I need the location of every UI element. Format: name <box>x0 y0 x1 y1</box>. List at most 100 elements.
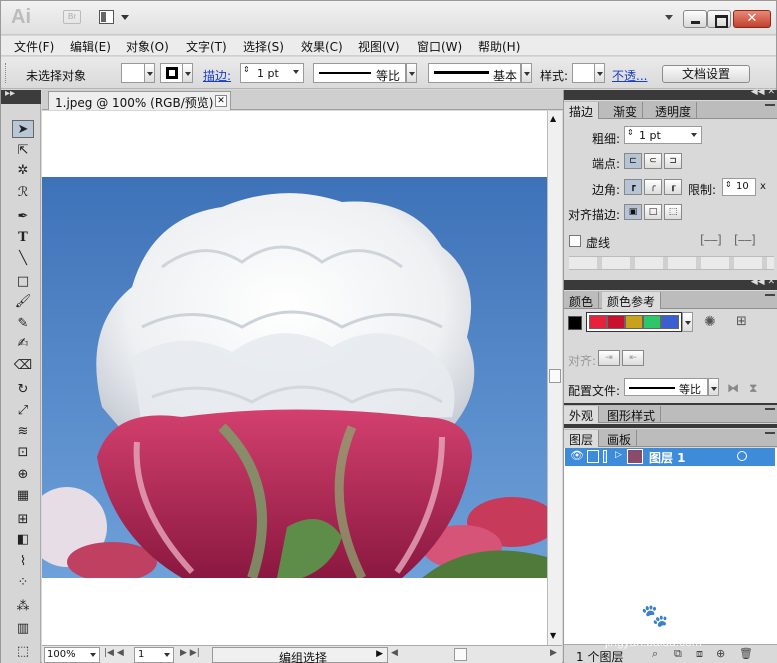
brush-definition[interactable]: 基本 <box>428 63 521 83</box>
stroke-link[interactable]: 描边: <box>203 67 231 84</box>
maximize-button[interactable] <box>707 10 731 28</box>
color-wheel-icon[interactable]: ✺ <box>704 314 716 330</box>
stroke-weight-field[interactable]: ⇕ 1 pt <box>240 63 304 83</box>
mesh-tool-icon[interactable]: ⊞ <box>12 511 34 529</box>
workspace-dropdown-icon[interactable] <box>665 15 673 20</box>
pencil-tool-icon[interactable]: ✎ <box>12 315 34 333</box>
limit-field[interactable]: ⇕ 10 <box>722 178 756 196</box>
align-center-icon[interactable]: ▣ <box>624 204 642 220</box>
harmony-swatch[interactable] <box>589 315 607 329</box>
menu-effect[interactable]: 效果(C) <box>301 38 343 55</box>
stroke-dropdown[interactable] <box>182 63 193 83</box>
arrow-tip-icon[interactable]: ⇥ <box>598 350 620 366</box>
tab-gradient[interactable]: 渐变 <box>608 102 644 119</box>
tab-artboards[interactable]: 画板 <box>602 430 638 447</box>
dash-corner-icon[interactable]: [‒‒] <box>700 233 722 247</box>
stepper-icon[interactable]: ⇕ <box>243 65 250 74</box>
round-join-icon[interactable]: ╭ <box>644 179 662 195</box>
layer-name[interactable]: 图层 1 <box>649 449 686 466</box>
scroll-up-icon[interactable]: ▲ <box>550 114 556 123</box>
tab-graphic-styles[interactable]: 图形样式 <box>602 406 662 423</box>
vertical-scrollbar[interactable]: ▲ ▼ <box>547 111 562 645</box>
menu-help[interactable]: 帮助(H) <box>478 38 520 55</box>
close-button[interactable]: ✕ <box>733 10 771 28</box>
first-artboard-icon[interactable]: |◀ ◀ <box>104 648 124 658</box>
butt-cap-icon[interactable]: ⊏ <box>624 153 642 169</box>
align-inside-icon[interactable]: □ <box>644 204 662 220</box>
tab-color-guide[interactable]: 颜色参考 <box>602 292 662 309</box>
grip-handle[interactable] <box>5 63 8 83</box>
blend-tool-icon[interactable]: ⁘ <box>12 574 34 592</box>
rectangle-tool-icon[interactable]: □ <box>12 273 34 291</box>
menu-window[interactable]: 窗口(W) <box>417 38 462 55</box>
stepper-icon[interactable]: ⇕ <box>725 180 732 189</box>
document-setup-button[interactable]: 文档设置 <box>662 65 750 83</box>
panel-dock-header[interactable]: ◀◀ ✕ <box>564 87 777 100</box>
save-group-icon[interactable]: ⊞ <box>736 314 747 329</box>
harmony-colors-strip[interactable] <box>586 312 682 332</box>
opacity-link[interactable]: 不透... <box>612 67 647 84</box>
minimize-button[interactable] <box>683 10 707 28</box>
harmony-swatch[interactable] <box>607 315 625 329</box>
panel-menu-icon[interactable] <box>765 294 775 304</box>
align-outside-icon[interactable]: ⬚ <box>664 204 682 220</box>
column-graph-tool-icon[interactable]: ▥ <box>12 620 34 638</box>
scroll-left-icon[interactable]: ◀ <box>391 648 398 658</box>
menu-edit[interactable]: 编辑(E) <box>70 38 111 55</box>
next-artboard-icon[interactable]: ▶ ▶| <box>180 648 200 658</box>
eraser-tool-icon[interactable]: ⌫ <box>12 357 34 375</box>
menu-file[interactable]: 文件(F) <box>14 38 54 55</box>
h-scroll-thumb[interactable] <box>454 648 467 661</box>
base-color-swatch[interactable] <box>568 316 582 330</box>
harmony-dropdown[interactable] <box>682 312 693 332</box>
bevel-join-icon[interactable]: ┎ <box>664 179 682 195</box>
expand-triangle-icon[interactable]: ▷ <box>615 450 622 460</box>
harmony-swatch[interactable] <box>625 315 643 329</box>
status-menu[interactable]: 编组选择 ▶ <box>212 647 388 663</box>
paintbrush-tool-icon[interactable]: 🖌 <box>12 293 34 311</box>
type-tool-icon[interactable]: T <box>12 229 34 247</box>
scale-tool-icon[interactable]: ⤢ <box>12 402 34 420</box>
tools-panel-header[interactable]: ▸▸ <box>1 88 41 104</box>
tab-stroke[interactable]: 描边 <box>564 102 600 119</box>
flip-along-icon[interactable]: ⧓ <box>727 381 739 395</box>
profile-dropdown[interactable] <box>406 63 417 83</box>
panel-menu-icon[interactable] <box>765 408 775 418</box>
tab-color[interactable]: 颜色 <box>564 292 600 309</box>
round-cap-icon[interactable]: ⊂ <box>644 153 662 169</box>
warp-tool-icon[interactable]: ≋ <box>12 423 34 441</box>
zoom-field[interactable]: 100% <box>44 647 100 663</box>
stepper-icon[interactable]: ⇕ <box>627 128 634 137</box>
lasso-tool-icon[interactable]: ℛ <box>12 184 34 202</box>
dash-gap-fields[interactable] <box>569 256 774 270</box>
artboard-canvas[interactable] <box>42 111 547 645</box>
tab-transparency[interactable]: 透明度 <box>650 102 698 119</box>
miter-join-icon[interactable]: ┏ <box>624 179 642 195</box>
panel-menu-icon[interactable] <box>765 104 775 114</box>
scroll-down-icon[interactable]: ▼ <box>550 631 556 640</box>
bridge-button[interactable]: Br <box>63 10 81 24</box>
dash-exact-icon[interactable]: [‒‒] <box>734 233 756 247</box>
visibility-eye-icon[interactable]: 👁 <box>570 449 584 462</box>
close-tab-icon[interactable]: ✕ <box>215 95 227 107</box>
stroke-swatch[interactable] <box>160 63 184 83</box>
rotate-tool-icon[interactable]: ↻ <box>12 381 34 399</box>
panel-dock-header[interactable]: ◀◀ ✕ <box>564 277 777 290</box>
free-transform-tool-icon[interactable]: ⊡ <box>12 444 34 462</box>
projecting-cap-icon[interactable]: ⊐ <box>664 153 682 169</box>
arrange-documents-button[interactable] <box>99 10 129 26</box>
menu-type[interactable]: 文字(T) <box>186 38 227 55</box>
menu-view[interactable]: 视图(V) <box>358 38 400 55</box>
style-dropdown[interactable] <box>594 63 605 83</box>
perspective-grid-tool-icon[interactable]: ▦ <box>12 487 34 505</box>
layer-row[interactable]: 👁 ▷ 图层 1 <box>565 448 775 466</box>
eyedropper-tool-icon[interactable]: ⌇ <box>12 553 34 571</box>
variable-width-profile[interactable]: 等比 <box>313 63 406 83</box>
lock-toggle[interactable] <box>587 450 599 463</box>
profile-field[interactable]: 等比 <box>624 378 708 396</box>
tab-appearance[interactable]: 外观 <box>564 406 600 423</box>
symbol-sprayer-tool-icon[interactable]: ⁂ <box>12 598 34 616</box>
direct-selection-tool-icon[interactable]: ⇱ <box>12 142 34 160</box>
gradient-tool-icon[interactable]: ◧ <box>12 531 34 549</box>
pen-tool-icon[interactable]: ✒ <box>12 208 34 226</box>
